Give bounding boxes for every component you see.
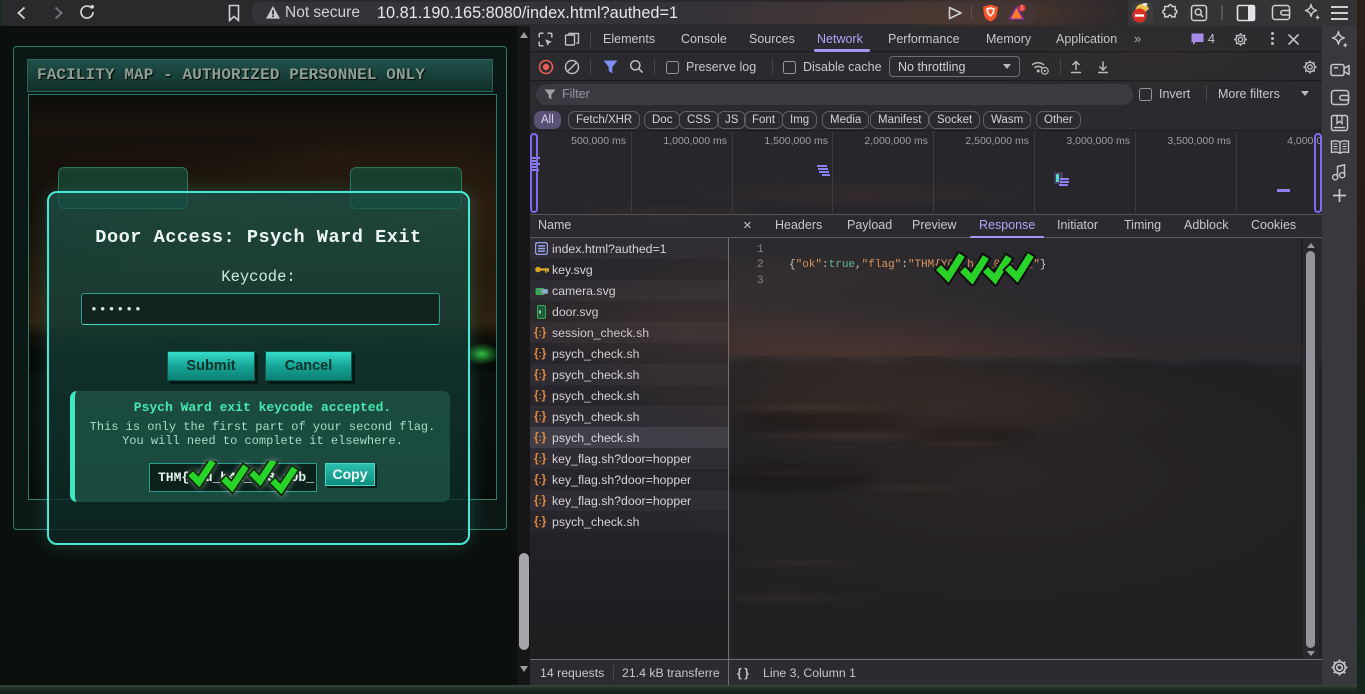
svg-text:1: 1 <box>1020 6 1023 12</box>
